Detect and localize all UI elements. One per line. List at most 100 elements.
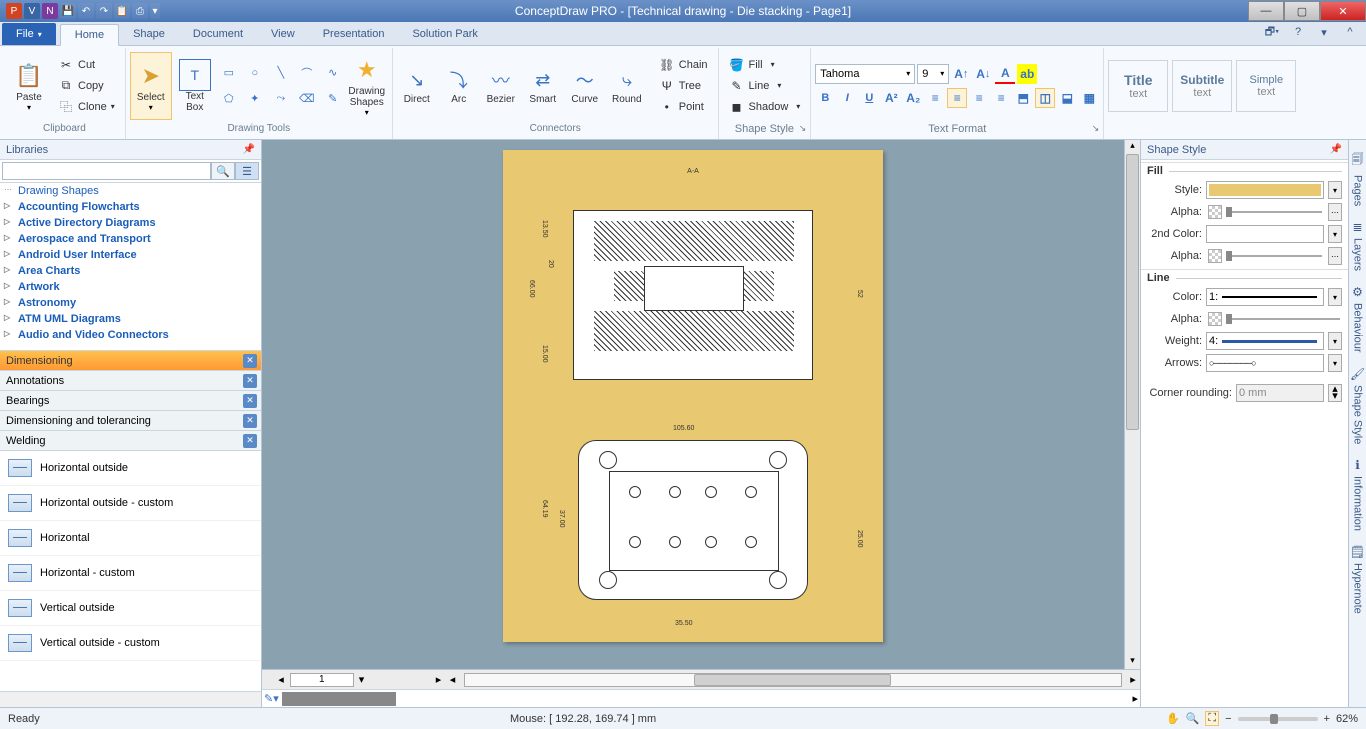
ribbon-dropdown-icon[interactable]: ▾ — [1316, 24, 1332, 40]
font-family-combo[interactable]: Tahoma▾ — [815, 64, 915, 84]
lib-item[interactable]: ATM UML Diagrams — [0, 311, 261, 327]
lib-item[interactable]: Area Charts — [0, 263, 261, 279]
stencil-item[interactable]: Horizontal - custom — [0, 556, 261, 591]
shrink-font-icon[interactable]: A↓ — [973, 64, 993, 84]
horizontal-scrollbar[interactable] — [464, 673, 1122, 687]
vtab-hypernote[interactable]: 🗒Hypernote — [1350, 545, 1365, 614]
qat-paste-icon[interactable]: 📋 — [114, 3, 130, 19]
lib-item[interactable]: Audio and Video Connectors — [0, 327, 261, 343]
search-button[interactable]: 🔍 — [211, 162, 235, 180]
line-button[interactable]: ✎Line▾ — [723, 76, 807, 96]
qat-undo-icon[interactable]: ↶ — [78, 3, 94, 19]
copy-button[interactable]: ⧉Copy — [52, 76, 121, 96]
drawing-shapes-button[interactable]: ★ Drawing Shapes▾ — [346, 52, 388, 120]
qat-visio-icon[interactable]: V — [24, 3, 40, 19]
color-swatch[interactable] — [394, 692, 396, 706]
stencil-header[interactable]: Dimensioning and tolerancing✕ — [0, 411, 261, 431]
palette-dropper-icon[interactable]: ✎▾ — [264, 692, 282, 705]
curve-connector[interactable]: 〜Curve — [565, 66, 605, 105]
arc-tool-icon[interactable]: ⌒ — [296, 62, 318, 84]
qat-print-icon[interactable]: ⎙ — [132, 3, 148, 19]
clone-button[interactable]: ⿻Clone ▾ — [52, 97, 121, 117]
qat-redo-icon[interactable]: ↷ — [96, 3, 112, 19]
lib-item[interactable]: Accounting Flowcharts — [0, 199, 261, 215]
textbox-tool[interactable]: T Text Box — [174, 52, 216, 120]
stencil-item[interactable]: Horizontal outside - custom — [0, 486, 261, 521]
tab-document[interactable]: Document — [179, 23, 257, 45]
italic-button[interactable]: I — [837, 88, 857, 108]
tab-shape[interactable]: Shape — [119, 23, 179, 45]
library-search-input[interactable] — [2, 162, 211, 180]
second-color-combo[interactable] — [1206, 225, 1324, 243]
rect-tool-icon[interactable]: ▭ — [218, 62, 240, 84]
close-icon[interactable]: ✕ — [243, 394, 257, 408]
spline-tool-icon[interactable]: ∿ — [322, 62, 344, 84]
pen-tool-icon[interactable]: ✎ — [322, 88, 344, 110]
fit-page-icon[interactable]: ⛶ — [1205, 711, 1219, 726]
qat-save-icon[interactable]: 💾 — [60, 3, 76, 19]
minimize-button[interactable]: — — [1248, 1, 1284, 21]
shadow-button[interactable]: ◼Shadow▾ — [723, 97, 807, 117]
stencil-item[interactable]: Vertical outside — [0, 591, 261, 626]
preset-subtitle[interactable]: Subtitletext — [1172, 60, 1232, 112]
tree-connector[interactable]: ΨTree — [653, 76, 714, 96]
ribbon-window-icon[interactable]: 🗗▾ — [1264, 24, 1280, 40]
preset-simple[interactable]: Simpletext — [1236, 60, 1296, 112]
align-justify-icon[interactable]: ≡ — [991, 88, 1011, 108]
line-color-combo[interactable]: 1: — [1206, 288, 1324, 306]
cut-button[interactable]: ✂Cut — [52, 55, 121, 75]
lib-item[interactable]: Aerospace and Transport — [0, 231, 261, 247]
pin-icon[interactable]: 📌 — [1330, 144, 1342, 155]
fill-style-combo[interactable] — [1206, 181, 1324, 199]
dialog-launcher-icon[interactable]: ↘ — [1092, 123, 1100, 134]
close-button[interactable]: ✕ — [1320, 1, 1366, 21]
paste-button[interactable]: 📋 Paste▾ — [8, 52, 50, 120]
bezier-connector[interactable]: 〰Bezier — [481, 66, 521, 105]
vtab-shape-style[interactable]: 🖌Shape Style — [1350, 367, 1365, 444]
lib-item[interactable]: Android User Interface — [0, 247, 261, 263]
tab-view[interactable]: View — [257, 23, 309, 45]
superscript-button[interactable]: A² — [881, 88, 901, 108]
scroll-left-icon[interactable]: ◂ — [274, 673, 288, 687]
zoom-tool-icon[interactable]: 🔍 — [1186, 712, 1200, 725]
preset-title[interactable]: Titletext — [1108, 60, 1168, 112]
ribbon-collapse-icon[interactable]: ^ — [1342, 24, 1358, 40]
close-icon[interactable]: ✕ — [243, 414, 257, 428]
stencil-header[interactable]: Welding✕ — [0, 431, 261, 451]
eraser-tool-icon[interactable]: ⌫ — [296, 88, 318, 110]
pin-icon[interactable]: 📌 — [243, 144, 255, 155]
help-icon[interactable]: ? — [1290, 24, 1306, 40]
tab-home[interactable]: Home — [60, 24, 119, 46]
library-view-toggle[interactable]: ☰ — [235, 162, 259, 180]
columns-icon[interactable]: ▦ — [1079, 88, 1099, 108]
bold-button[interactable]: B — [815, 88, 835, 108]
valign-bot-icon[interactable]: ⬓ — [1057, 88, 1077, 108]
select-tool[interactable]: ➤ Select▾ — [130, 52, 172, 120]
vertical-scrollbar[interactable]: ▴▾ — [1124, 140, 1140, 669]
fill-alpha-slider[interactable] — [1206, 203, 1324, 221]
palette-more-icon[interactable]: ▸ — [1132, 692, 1138, 705]
subscript-button[interactable]: A₂ — [903, 88, 923, 108]
line-alpha-slider[interactable] — [1206, 310, 1342, 328]
second-alpha-slider[interactable] — [1206, 247, 1324, 265]
star-tool-icon[interactable]: ✦ — [244, 88, 266, 110]
stencil-item[interactable]: Horizontal outside — [0, 451, 261, 486]
page-menu-icon[interactable]: ▾ — [356, 673, 368, 687]
stencil-header[interactable]: Bearings✕ — [0, 391, 261, 411]
left-panel-scrollbar[interactable] — [0, 691, 261, 707]
tab-presentation[interactable]: Presentation — [309, 23, 399, 45]
grow-font-icon[interactable]: A↑ — [951, 64, 971, 84]
highlight-icon[interactable]: ab — [1017, 64, 1037, 84]
font-color-icon[interactable]: A — [995, 64, 1015, 84]
vtab-layers[interactable]: ≣Layers — [1352, 220, 1364, 271]
zoom-slider[interactable] — [1238, 717, 1318, 721]
lib-item[interactable]: Drawing Shapes — [0, 183, 261, 199]
drawing-canvas[interactable]: A-A 13.50 20 66.00 15.00 52 — [262, 140, 1124, 669]
align-center-icon[interactable]: ≡ — [947, 88, 967, 108]
round-connector[interactable]: ⤷Round — [607, 66, 647, 105]
polygon-tool-icon[interactable]: ⬠ — [218, 88, 240, 110]
stencil-item[interactable]: Vertical outside - custom — [0, 626, 261, 661]
library-list[interactable]: Drawing Shapes Accounting Flowcharts Act… — [0, 183, 261, 351]
valign-top-icon[interactable]: ⬒ — [1013, 88, 1033, 108]
stencil-items[interactable]: Horizontal outside Horizontal outside - … — [0, 451, 261, 691]
